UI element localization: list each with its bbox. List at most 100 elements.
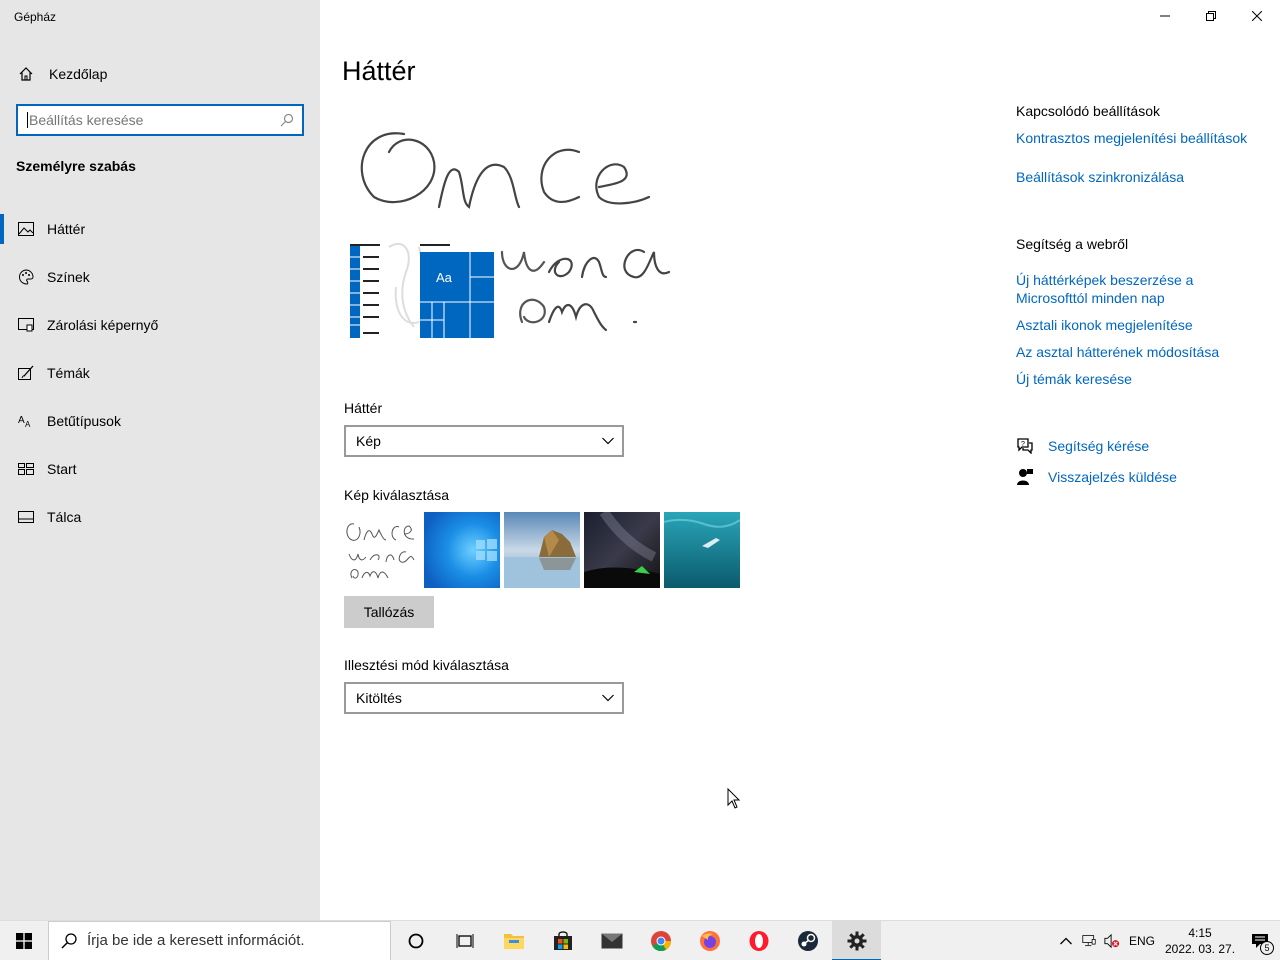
restore-icon	[1206, 11, 1216, 21]
firefox-button[interactable]	[685, 921, 734, 960]
web-help-heading: Segítség a webről	[1016, 236, 1129, 252]
lock-screen-icon	[17, 316, 35, 334]
fit-mode-label: Illesztési mód kiválasztása	[344, 657, 509, 673]
sidebar-item-label: Betűtípusok	[47, 413, 121, 429]
chevron-down-icon	[602, 694, 614, 702]
svg-text:A: A	[18, 415, 25, 426]
thumbnail-beach-rocks[interactable]	[504, 512, 580, 588]
task-view-button[interactable]	[440, 921, 489, 960]
svg-text:?: ?	[1021, 441, 1025, 448]
cortana-button[interactable]	[391, 921, 440, 960]
section-title: Személyre szabás	[16, 158, 136, 174]
handwriting-preview-image	[350, 132, 671, 338]
high-contrast-settings-link[interactable]: Kontrasztos megjelenítési beállítások	[1016, 129, 1247, 147]
sidebar-item-label: Színek	[47, 269, 90, 285]
sidebar-item-themes[interactable]: Témák	[0, 349, 320, 397]
send-feedback-label: Visszajelzés küldése	[1048, 469, 1177, 485]
chrome-icon	[650, 930, 671, 951]
mouse-cursor-icon	[727, 788, 741, 809]
find-new-themes-link[interactable]: Új témák keresése	[1016, 370, 1132, 388]
home-label: Kezdőlap	[49, 66, 108, 82]
sync-settings-link[interactable]: Beállítások szinkronizálása	[1016, 168, 1184, 186]
minimize-button[interactable]	[1142, 0, 1188, 32]
daily-wallpapers-link[interactable]: Új háttérképek beszerzése a Microsofttól…	[1016, 271, 1193, 307]
volume-muted-icon	[1104, 933, 1120, 949]
clock[interactable]: 4:15 2022. 03. 27.	[1160, 921, 1240, 960]
sidebar-item-colors[interactable]: Színek	[0, 253, 320, 301]
app-title: Gépház	[14, 10, 57, 24]
mail-button[interactable]	[587, 921, 636, 960]
search-icon	[61, 932, 77, 949]
background-preview: Aa	[344, 112, 680, 348]
home-nav-item[interactable]: Kezdőlap	[0, 56, 320, 92]
home-icon	[17, 65, 35, 83]
themes-icon	[17, 364, 35, 382]
taskbar-search-box[interactable]: Írja be ide a keresett információt.	[48, 920, 391, 960]
start-button[interactable]	[0, 921, 48, 960]
fit-mode-value: Kitöltés	[356, 690, 402, 706]
daily-wallpapers-link-line1: Új háttérképek beszerzése a	[1016, 272, 1194, 288]
sidebar-item-label: Háttér	[47, 221, 86, 237]
sidebar-item-background[interactable]: Háttér	[0, 205, 320, 253]
action-center-button[interactable]: 5	[1240, 921, 1280, 960]
minimize-icon	[1160, 15, 1170, 17]
gear-icon	[847, 931, 866, 950]
taskbar-icon	[17, 508, 35, 526]
settings-search-box[interactable]	[16, 104, 304, 136]
background-type-label: Háttér	[344, 400, 383, 416]
send-feedback-action[interactable]: Visszajelzés küldése	[1016, 468, 1177, 486]
sidebar-item-label: Tálca	[47, 509, 82, 525]
sidebar-item-start[interactable]: Start	[0, 445, 320, 493]
steam-button[interactable]	[783, 921, 832, 960]
browse-button[interactable]: Tallózás	[344, 596, 434, 628]
chrome-button[interactable]	[636, 921, 685, 960]
taskbar-search-placeholder: Írja be ide a keresett információt.	[87, 932, 305, 949]
network-button[interactable]	[1078, 921, 1100, 960]
sidebar-item-label: Zárolási képernyő	[47, 317, 159, 333]
microsoft-store-button[interactable]	[538, 921, 587, 960]
preview-tile-label: Aa	[436, 270, 452, 285]
thumbnail-night-sky[interactable]	[584, 512, 660, 588]
settings-taskbar-button[interactable]	[832, 920, 881, 960]
system-tray: ENG 4:15 2022. 03. 27. 5	[1054, 921, 1280, 960]
help-chat-icon: ?	[1016, 437, 1034, 455]
restore-button[interactable]	[1188, 0, 1234, 32]
palette-icon	[17, 268, 35, 286]
fit-mode-dropdown[interactable]: Kitöltés	[344, 682, 624, 714]
firefox-icon	[699, 930, 720, 951]
show-hidden-icons-button[interactable]	[1054, 921, 1078, 960]
get-help-action[interactable]: ? Segítség kérése	[1016, 437, 1149, 455]
chevron-up-icon	[1060, 937, 1072, 945]
search-icon[interactable]	[280, 113, 294, 127]
picture-thumbnails	[344, 512, 740, 588]
desktop-icons-link[interactable]: Asztali ikonok megjelenítése	[1016, 316, 1193, 334]
mail-icon	[601, 933, 622, 948]
svg-text:A: A	[25, 420, 31, 428]
fonts-icon: AA	[17, 412, 35, 430]
settings-search-input[interactable]	[29, 112, 280, 128]
sidebar-item-fonts[interactable]: AA Betűtípusok	[0, 397, 320, 445]
windows-logo-icon	[16, 932, 32, 949]
clock-time: 4:15	[1188, 926, 1212, 940]
thumbnail-windows-blue[interactable]	[424, 512, 500, 588]
clock-date: 2022. 03. 27.	[1164, 942, 1236, 956]
sidebar-item-taskbar[interactable]: Tálca	[0, 493, 320, 541]
page-title: Háttér	[342, 56, 416, 86]
sidebar-item-lock-screen[interactable]: Zárolási képernyő	[0, 301, 320, 349]
opera-button[interactable]	[734, 921, 783, 960]
choose-picture-label: Kép kiválasztása	[344, 487, 450, 503]
close-button[interactable]	[1234, 0, 1280, 32]
file-explorer-button[interactable]	[489, 921, 538, 960]
network-icon	[1082, 935, 1096, 947]
thumbnail-handwriting[interactable]	[344, 512, 420, 588]
steam-icon	[797, 930, 818, 951]
chevron-down-icon	[602, 437, 614, 445]
input-language-button[interactable]: ENG	[1124, 921, 1160, 960]
volume-button[interactable]	[1100, 921, 1124, 960]
feedback-icon	[1016, 468, 1034, 486]
text-caret	[27, 112, 28, 128]
daily-wallpapers-link-line2: Microsofttól minden nap	[1016, 290, 1165, 306]
background-type-dropdown[interactable]: Kép	[344, 425, 624, 457]
thumbnail-underwater[interactable]	[664, 512, 740, 588]
change-desktop-background-link[interactable]: Az asztal hátterének módosítása	[1016, 343, 1219, 361]
